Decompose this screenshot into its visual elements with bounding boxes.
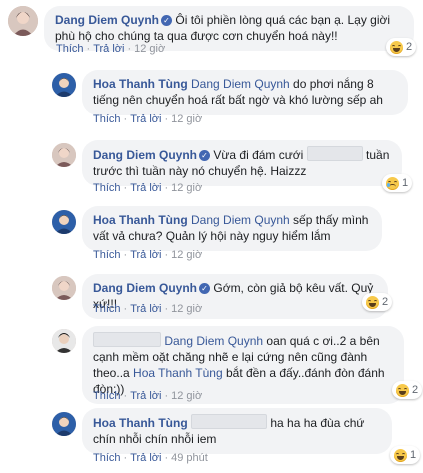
redacted-name bbox=[93, 332, 161, 347]
separator: · bbox=[123, 113, 128, 125]
like-link[interactable]: Thích bbox=[93, 249, 121, 261]
avatar[interactable] bbox=[52, 143, 76, 167]
comment-author[interactable]: Dang Diem Quynh bbox=[55, 13, 159, 27]
like-link[interactable]: Thích bbox=[93, 182, 121, 194]
timestamp[interactable]: 12 giờ bbox=[171, 390, 202, 402]
reply-link[interactable]: Trả lời bbox=[130, 113, 161, 125]
separator: · bbox=[123, 452, 128, 464]
timestamp[interactable]: 12 giờ bbox=[171, 182, 202, 194]
separator: · bbox=[164, 390, 169, 402]
like-link[interactable]: Thích bbox=[93, 390, 121, 402]
reaction-number: 2 bbox=[412, 384, 419, 396]
comment-author[interactable]: Dang Diem Quynh bbox=[93, 148, 197, 162]
reply-link[interactable]: Trả lời bbox=[130, 303, 161, 315]
mention-link[interactable]: Dang Diem Quynh bbox=[191, 213, 290, 227]
timestamp[interactable]: 12 giờ bbox=[171, 113, 202, 125]
reaction-number: 2 bbox=[406, 41, 413, 53]
reply-link[interactable]: Trả lời bbox=[130, 390, 161, 402]
reply-link[interactable]: Trả lời bbox=[130, 249, 161, 261]
comment-author[interactable]: Hoa Thanh Tùng bbox=[93, 416, 188, 430]
comment-bubble: Dang Diem Quynh ✓ Vừa đi đám cưới tuần tr… bbox=[82, 140, 402, 186]
comment-bubble: Hoa Thanh Tùng Dang Diem Quynh do phơi n… bbox=[82, 70, 408, 115]
haha-reaction-icon bbox=[390, 40, 403, 54]
like-link[interactable]: Thích bbox=[93, 452, 121, 464]
timestamp[interactable]: 12 giờ bbox=[134, 43, 165, 55]
separator: · bbox=[127, 43, 132, 55]
like-link[interactable]: Thích bbox=[56, 43, 84, 55]
separator: · bbox=[164, 182, 169, 194]
comment-author[interactable]: Hoa Thanh Tùng bbox=[93, 213, 188, 227]
reaction-number: 1 bbox=[402, 177, 409, 189]
comment-author[interactable]: Dang Diem Quynh bbox=[93, 281, 197, 295]
comment-text: Vừa đi đám cưới bbox=[213, 148, 304, 162]
comment-actions: Thích · Trả lời · 12 giờ bbox=[56, 43, 165, 55]
reaction-number: 1 bbox=[410, 449, 417, 461]
avatar[interactable] bbox=[52, 329, 76, 353]
separator: · bbox=[123, 182, 128, 194]
like-link[interactable]: Thích bbox=[93, 303, 121, 315]
comment-actions: Thích · Trả lời · 12 giờ bbox=[93, 249, 202, 261]
comment-actions: Thích · Trả lời · 49 phút bbox=[93, 452, 208, 464]
avatar[interactable] bbox=[52, 276, 76, 300]
avatar[interactable] bbox=[52, 412, 76, 436]
redacted-name bbox=[191, 414, 267, 429]
comment-bubble: Hoa Thanh Tùng ha ha ha đùa chứ chín nhỗ… bbox=[82, 408, 392, 454]
reaction-count[interactable]: 1 bbox=[382, 174, 413, 192]
haha-reaction-icon bbox=[366, 295, 379, 309]
separator: · bbox=[86, 43, 91, 55]
haha-reaction-icon bbox=[394, 448, 407, 462]
avatar[interactable] bbox=[52, 73, 76, 97]
verified-icon: ✓ bbox=[161, 15, 173, 26]
reply-link[interactable]: Trả lời bbox=[130, 452, 161, 464]
comment-actions: Thích · Trả lời · 12 giờ bbox=[93, 303, 202, 315]
separator: · bbox=[164, 113, 169, 125]
avatar[interactable] bbox=[52, 210, 76, 234]
mention-link[interactable]: Dang Diem Quynh bbox=[164, 334, 263, 348]
reaction-count[interactable]: 2 bbox=[362, 293, 393, 311]
timestamp[interactable]: 49 phút bbox=[171, 452, 208, 464]
separator: · bbox=[123, 390, 128, 402]
avatar[interactable] bbox=[8, 6, 38, 36]
reaction-number: 2 bbox=[382, 296, 389, 308]
reaction-count[interactable]: 1 bbox=[390, 446, 421, 464]
separator: · bbox=[164, 452, 169, 464]
haha-reaction-icon bbox=[396, 383, 409, 397]
separator: · bbox=[123, 249, 128, 261]
separator: · bbox=[164, 249, 169, 261]
comment-actions: Thích · Trả lời · 12 giờ bbox=[93, 113, 202, 125]
timestamp[interactable]: 12 giờ bbox=[171, 303, 202, 315]
timestamp[interactable]: 12 giờ bbox=[171, 249, 202, 261]
comment-bubble: Hoa Thanh Tùng Dang Diem Quynh sếp thấy … bbox=[82, 206, 382, 251]
reply-link[interactable]: Trả lời bbox=[93, 43, 124, 55]
verified-icon: ✓ bbox=[199, 150, 211, 161]
redacted-name bbox=[306, 146, 363, 161]
verified-icon: ✓ bbox=[199, 283, 211, 294]
comment-actions: Thích · Trả lời · 12 giờ bbox=[93, 182, 202, 194]
reaction-count[interactable]: 2 bbox=[386, 38, 417, 56]
comment-actions: Thích · Trả lời · 12 giờ bbox=[93, 390, 202, 402]
reaction-count[interactable]: 2 bbox=[392, 381, 423, 399]
mention-link[interactable]: Hoa Thanh Tùng bbox=[133, 366, 223, 380]
mention-link[interactable]: Dang Diem Quynh bbox=[191, 77, 290, 91]
reply-link[interactable]: Trả lời bbox=[130, 182, 161, 194]
like-link[interactable]: Thích bbox=[93, 113, 121, 125]
separator: · bbox=[164, 303, 169, 315]
comment-author[interactable]: Hoa Thanh Tùng bbox=[93, 77, 188, 91]
sad-reaction-icon bbox=[386, 176, 399, 190]
separator: · bbox=[123, 303, 128, 315]
